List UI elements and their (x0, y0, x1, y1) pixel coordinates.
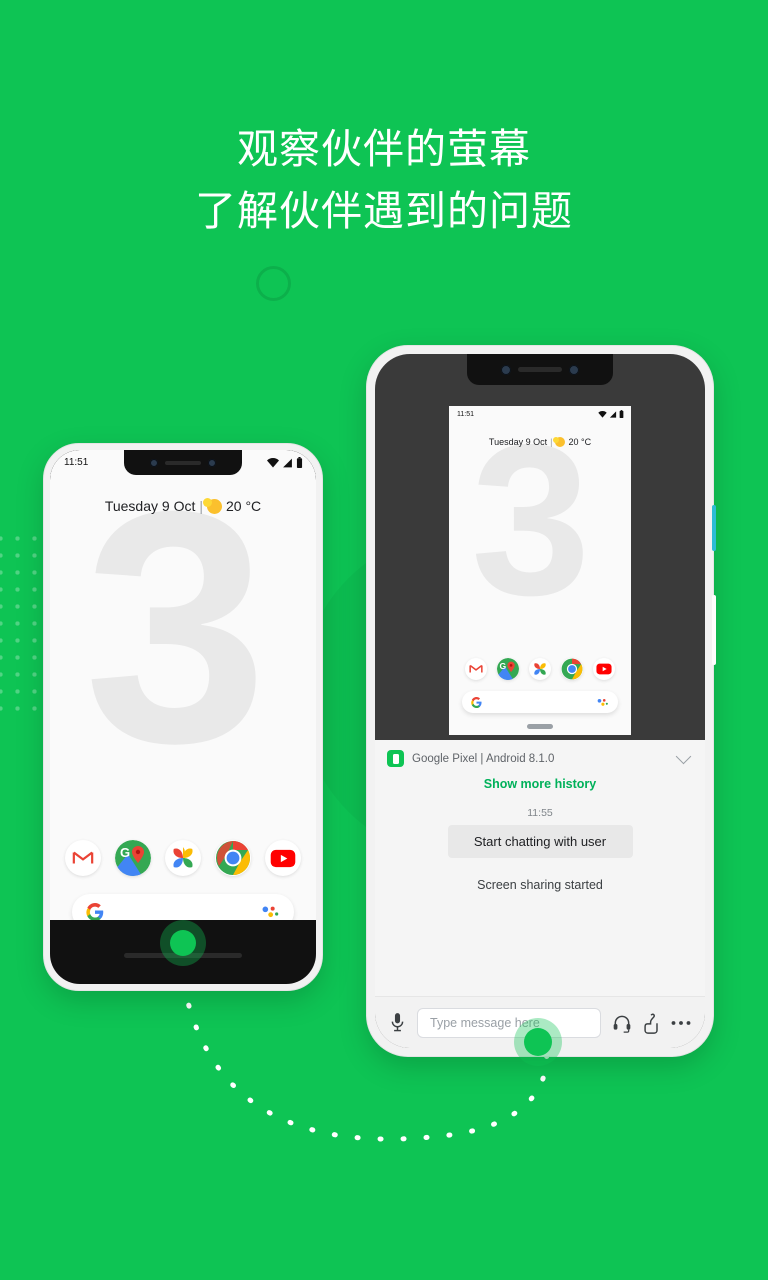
sun-icon (552, 436, 566, 447)
device-title: Google Pixel | Android 8.1.0 (412, 752, 555, 765)
headline-line-1: 观察伙伴的萤幕 (237, 126, 531, 172)
gmail-icon (469, 664, 483, 673)
left-phone-glass: 3 11:51 Tuesday 9 Oct | 20 °C G (50, 450, 316, 984)
left-phone-notch (124, 450, 242, 475)
mirror-date-weather-widget: Tuesday 9 Oct | 20 °C (449, 436, 631, 447)
status-time: 11:51 (64, 457, 89, 468)
earpiece-speaker (165, 460, 201, 465)
mirror-dock-app-youtube[interactable] (593, 658, 615, 680)
front-camera-icon (150, 458, 158, 467)
google-g-icon (86, 903, 104, 920)
mirror-dock-app-chrome[interactable] (561, 658, 583, 680)
photos-icon (534, 663, 546, 675)
status-icons (267, 457, 303, 468)
pointer-hand-icon[interactable] (643, 1012, 660, 1034)
right-phone-notch (467, 354, 613, 385)
front-camera-secondary-icon (569, 364, 579, 375)
chrome-icon (561, 658, 583, 680)
youtube-icon (596, 663, 612, 675)
left-dock: G (50, 840, 316, 876)
wallpaper-numeral: 3 (84, 450, 268, 811)
mirror-status-bar: 11:51 (449, 406, 631, 418)
mirror-wallpaper-numeral: 3 (471, 406, 591, 640)
front-camera-icon (501, 364, 511, 375)
message-placeholder: Type message here (430, 1015, 540, 1030)
svg-text:G: G (120, 845, 130, 860)
mirror-status-time: 11:51 (457, 410, 474, 418)
mirror-home-indicator (527, 724, 553, 729)
date-weather-widget: Tuesday 9 Oct | 20 °C (50, 497, 316, 514)
maps-icon: G (115, 840, 151, 876)
right-phone: 3 11:51 Tuesday 9 Oct | 20 °C G Google P… (366, 345, 716, 1057)
date-label: Tuesday 9 Oct (104, 498, 196, 514)
temperature-label: 20 °C (226, 498, 262, 514)
dock-app-photos[interactable] (165, 840, 201, 876)
signal-icon (609, 410, 617, 418)
svg-text:G: G (499, 661, 506, 671)
mirror-dock: G (449, 658, 631, 680)
phone-device-icon (387, 750, 404, 767)
dock-app-gmail[interactable] (65, 840, 101, 876)
right-touch-indicator (524, 1028, 552, 1056)
assistant-icon (597, 698, 608, 706)
headline-line-2: 了解伙伴遇到的问题 (195, 188, 573, 234)
mirror-date-label: Tuesday 9 Oct (488, 437, 548, 447)
battery-icon (296, 457, 303, 468)
mirror-dock-app-maps[interactable]: G (497, 658, 519, 680)
mirror-status-icons (598, 410, 624, 418)
chat-panel: Google Pixel | Android 8.1.0 Show more h… (375, 740, 705, 996)
earpiece-speaker (518, 367, 562, 372)
sun-icon (203, 497, 222, 514)
left-phone-screen: 3 11:51 Tuesday 9 Oct | 20 °C G (50, 450, 316, 920)
chevron-down-icon[interactable] (675, 748, 692, 764)
maps-icon: G (497, 658, 519, 680)
left-phone: 3 11:51 Tuesday 9 Oct | 20 °C G (43, 443, 323, 991)
more-options-icon[interactable] (671, 1020, 691, 1026)
assistant-icon (262, 906, 279, 918)
microphone-icon[interactable] (389, 1012, 406, 1033)
wifi-icon (267, 457, 279, 467)
front-camera-secondary-icon (208, 458, 216, 467)
ring-circle-decoration (256, 266, 291, 301)
mirror-google-search-bar[interactable] (462, 691, 618, 713)
chat-panel-header[interactable]: Google Pixel | Android 8.1.0 (375, 740, 705, 775)
mirror-temperature-label: 20 °C (568, 437, 592, 447)
photos-icon (173, 847, 193, 868)
youtube-icon (270, 849, 296, 867)
message-timestamp: 11:55 (527, 807, 553, 819)
wifi-icon (598, 410, 607, 418)
headset-icon[interactable] (612, 1013, 632, 1033)
chrome-icon (216, 841, 250, 875)
shared-screen-mirror: 3 11:51 Tuesday 9 Oct | 20 °C G (449, 406, 631, 735)
show-more-history-link[interactable]: Show more history (375, 775, 705, 807)
volume-button[interactable] (712, 595, 716, 665)
google-g-icon (471, 696, 482, 708)
message-text-field[interactable]: Type message here (417, 1007, 601, 1038)
power-button[interactable] (712, 505, 716, 551)
battery-icon (619, 410, 624, 418)
mirror-dock-app-gmail[interactable] (465, 658, 487, 680)
dock-app-maps[interactable]: G (115, 840, 151, 876)
chat-message-bubble[interactable]: Start chatting with user (447, 825, 633, 858)
mirror-dock-app-photos[interactable] (529, 658, 551, 680)
google-search-bar[interactable] (72, 894, 294, 920)
system-message: Screen sharing started (477, 878, 603, 892)
left-touch-indicator (170, 930, 196, 956)
dock-app-chrome[interactable] (215, 840, 251, 876)
gmail-icon (72, 851, 94, 864)
page-title: 观察伙伴的萤幕 了解伙伴遇到的问题 (0, 118, 768, 242)
right-phone-glass: 3 11:51 Tuesday 9 Oct | 20 °C G Google P… (375, 354, 705, 1048)
dock-app-youtube[interactable] (265, 840, 301, 876)
signal-icon (283, 458, 292, 467)
